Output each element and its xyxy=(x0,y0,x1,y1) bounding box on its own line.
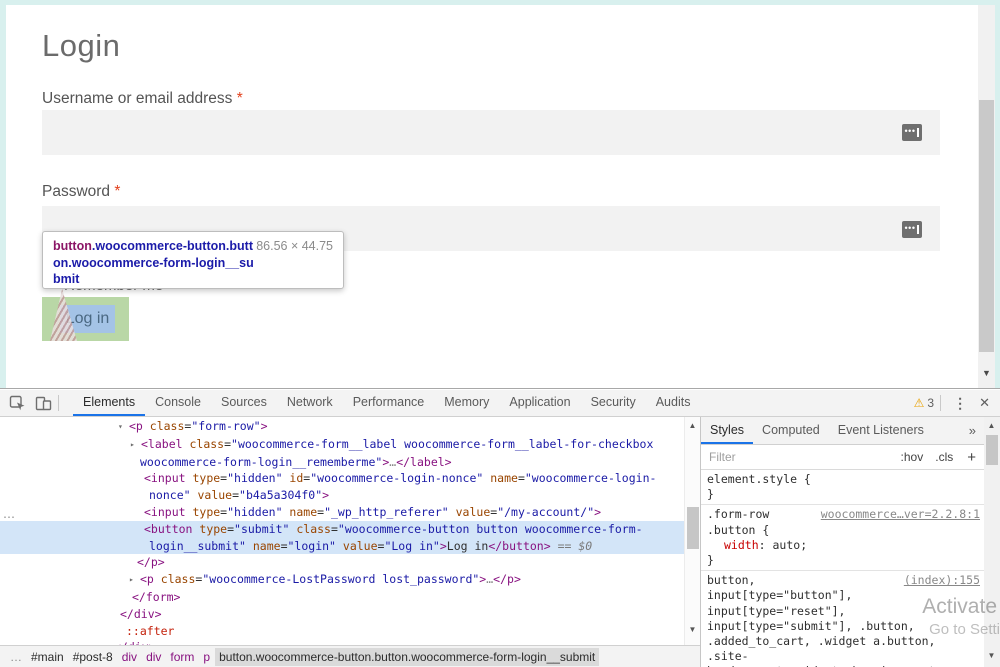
device-toolbar-icon[interactable] xyxy=(35,395,52,412)
devtools-toolbar: ElementsConsoleSourcesNetworkPerformance… xyxy=(0,390,1000,417)
inspect-tooltip: button.woocommerce-button.button.woocomm… xyxy=(42,231,344,289)
required-asterisk: * xyxy=(237,90,243,107)
css-rule-close: } xyxy=(707,553,980,568)
breadcrumb-item[interactable]: div xyxy=(142,648,165,666)
scroll-up-icon[interactable]: ▲ xyxy=(984,419,999,433)
scroll-down-icon[interactable]: ▼ xyxy=(978,365,995,381)
css-rule: element.style {} xyxy=(701,470,984,505)
page-scrollbar[interactable]: ▼ xyxy=(978,5,995,388)
css-selector-line[interactable]: element.style { xyxy=(707,472,980,487)
tab-security[interactable]: Security xyxy=(581,390,646,416)
tree-line[interactable]: ▸<p class="woocommerce-LostPassword lost… xyxy=(0,571,684,589)
inspect-tooltip-selector: button.woocommerce-button.button.woocomm… xyxy=(53,238,259,288)
css-declaration[interactable]: width: auto; xyxy=(707,538,980,553)
tree-line[interactable]: nonce" value="b4a5a304f0"> xyxy=(0,487,684,504)
breadcrumb-item[interactable]: p xyxy=(199,648,214,666)
page-title: Login xyxy=(42,28,120,64)
class-toggle[interactable]: .cls xyxy=(935,450,953,464)
input-autofill-icon[interactable]: ••• xyxy=(902,221,922,238)
toolbar-right: ⚠ 3 ⋮ ✕ xyxy=(914,395,1000,412)
css-selector-line[interactable]: (index):155button, xyxy=(707,573,980,588)
page-frame-top xyxy=(0,0,1000,5)
elements-scrollbar[interactable]: ▲ ▼ xyxy=(684,417,700,645)
tab-console[interactable]: Console xyxy=(145,390,211,416)
elements-scrollbar-thumb[interactable] xyxy=(687,507,699,549)
tree-line[interactable]: ▾<p class="form-row"> xyxy=(0,418,684,436)
tab-event-listeners[interactable]: Event Listeners xyxy=(829,418,933,444)
tab-computed[interactable]: Computed xyxy=(753,418,829,444)
page-frame-right xyxy=(995,0,1000,389)
styles-tabs: StylesComputedEvent Listeners » xyxy=(701,417,984,445)
scroll-down-icon[interactable]: ▼ xyxy=(685,623,700,637)
tree-line[interactable]: <input type="hidden" id="woocommerce-log… xyxy=(0,470,684,487)
scroll-up-icon[interactable]: ▲ xyxy=(685,419,700,433)
breadcrumb-item[interactable]: #main xyxy=(27,648,68,666)
tab-sources[interactable]: Sources xyxy=(211,390,277,416)
tab-network[interactable]: Network xyxy=(277,390,343,416)
tree-line[interactable]: woocommerce-form-login__rememberme">…</l… xyxy=(0,454,684,471)
devtools-tabs: ElementsConsoleSourcesNetworkPerformance… xyxy=(73,390,700,416)
activation-watermark-line2: Go to Setti xyxy=(929,621,1000,638)
css-rule: woocommerce…ver=2.2.8:1.form-row.button … xyxy=(701,505,984,571)
breadcrumb-item[interactable]: … xyxy=(6,648,26,666)
tab-elements[interactable]: Elements xyxy=(73,390,145,416)
expand-arrow-icon[interactable]: ▾ xyxy=(118,419,129,436)
css-selector-line[interactable]: woocommerce…ver=2.2.8:1.form-row xyxy=(707,507,980,522)
collapse-arrow-icon[interactable]: ▸ xyxy=(130,437,141,454)
toolbar-separator xyxy=(940,395,941,411)
css-rule-close: } xyxy=(707,487,980,502)
collapse-arrow-icon[interactable]: ▸ xyxy=(129,572,140,589)
tree-line[interactable]: ::after xyxy=(0,623,684,640)
breadcrumb-item[interactable]: #post-8 xyxy=(69,648,117,666)
tab-memory[interactable]: Memory xyxy=(434,390,499,416)
tab-audits[interactable]: Audits xyxy=(646,390,701,416)
elements-tree: ▾<p class="form-row">▸<label class="wooc… xyxy=(0,417,684,645)
css-selector-line[interactable]: .added_to_cart, .widget a.button, .site- xyxy=(707,634,980,664)
tab-performance[interactable]: Performance xyxy=(343,390,435,416)
activation-watermark-line1: Activate xyxy=(922,595,997,619)
page-scrollbar-thumb[interactable] xyxy=(979,100,994,352)
inspect-element-icon[interactable] xyxy=(9,395,26,412)
devtools-panel: ElementsConsoleSourcesNetworkPerformance… xyxy=(0,388,1000,667)
styles-filter-bar: Filter :hov .cls + xyxy=(701,445,984,470)
breadcrumb-item[interactable]: button.woocommerce-button.button.woocomm… xyxy=(215,648,599,666)
warning-count[interactable]: 3 xyxy=(927,396,934,410)
overflow-tabs-icon[interactable]: » xyxy=(961,423,984,438)
page-frame-left xyxy=(0,0,6,389)
more-menu-icon[interactable]: ⋮ xyxy=(947,395,973,412)
screen: Login Username or email address * ••• Pa… xyxy=(0,0,1000,667)
scroll-down-icon[interactable]: ▼ xyxy=(984,649,999,663)
new-style-rule-button[interactable]: + xyxy=(967,449,976,466)
tree-line[interactable]: login__submit" name="login" value="Log i… xyxy=(0,538,684,555)
pseudo-state-toggle[interactable]: :hov xyxy=(901,450,924,464)
breadcrumb-item[interactable]: form xyxy=(166,648,198,666)
toolbar-separator xyxy=(58,395,59,411)
styles-filter-input[interactable]: Filter xyxy=(709,450,736,464)
close-devtools-icon[interactable]: ✕ xyxy=(973,395,1000,411)
tree-line[interactable]: </p> xyxy=(0,554,684,571)
css-rule: (index):155button,input[type="button"],i… xyxy=(701,571,984,667)
tree-line[interactable]: <input type="hidden" name="_wp_http_refe… xyxy=(0,504,684,521)
required-asterisk: * xyxy=(114,183,120,200)
stylesheet-source-link[interactable]: (index):155 xyxy=(904,573,980,588)
styles-scrollbar-thumb[interactable] xyxy=(986,435,998,465)
username-field[interactable] xyxy=(42,110,940,155)
input-autofill-icon[interactable]: ••• xyxy=(902,124,922,141)
tree-line[interactable]: </div> xyxy=(0,606,684,623)
tree-line[interactable]: <button type="submit" class="woocommerce… xyxy=(0,521,684,538)
tree-row-more-icon[interactable]: ⋯ xyxy=(3,510,14,524)
elements-breadcrumb: …#main#post-8divdivformpbutton.woocommer… xyxy=(0,645,700,667)
stylesheet-source-link[interactable]: woocommerce…ver=2.2.8:1 xyxy=(821,507,980,522)
css-selector-line[interactable]: .button { xyxy=(707,523,980,538)
tree-line[interactable]: </form> xyxy=(0,589,684,606)
tab-styles[interactable]: Styles xyxy=(701,418,753,444)
username-label: Username or email address * xyxy=(42,90,243,108)
breadcrumb-item[interactable]: div xyxy=(118,648,141,666)
password-label: Password * xyxy=(42,183,120,201)
tab-application[interactable]: Application xyxy=(499,390,580,416)
inspect-tooltip-dimensions: 86.56 × 44.75 xyxy=(256,239,333,253)
tree-line[interactable]: ▸<label class="woocommerce-form__label w… xyxy=(0,436,684,454)
warning-icon[interactable]: ⚠ xyxy=(914,396,925,410)
